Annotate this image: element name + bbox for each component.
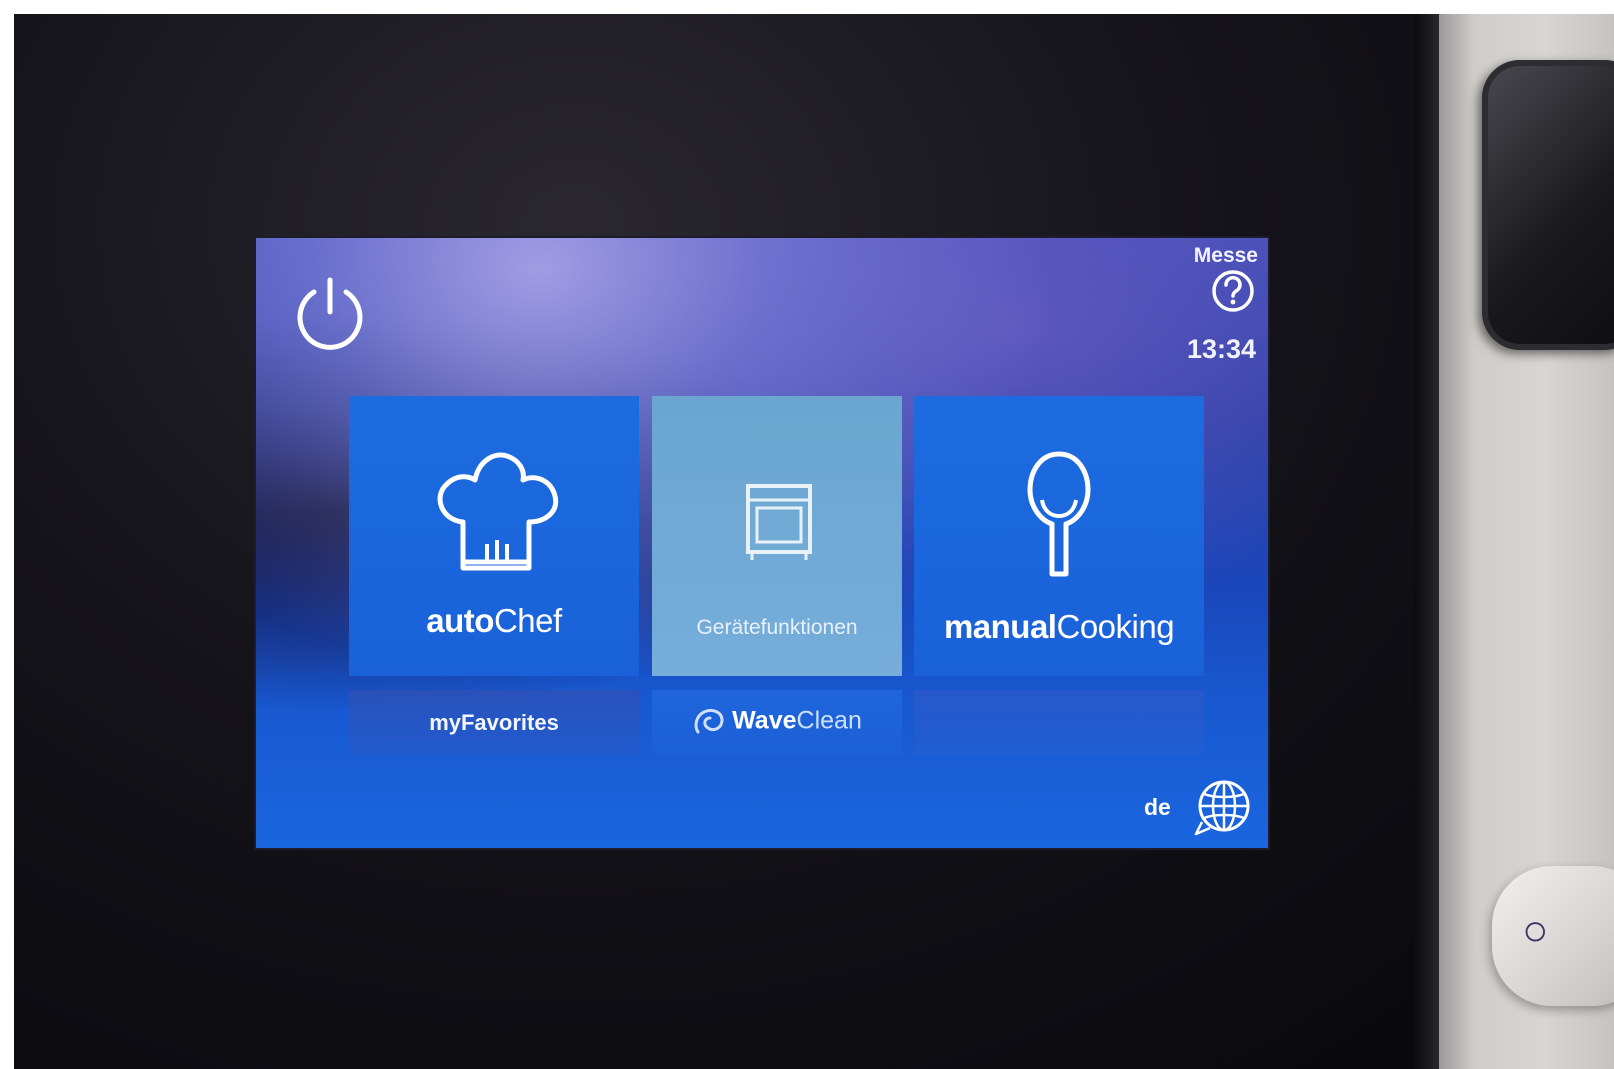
power-icon[interactable] <box>288 272 372 356</box>
tile-geraetefunktionen[interactable]: Gerätefunktionen <box>652 396 902 676</box>
empty-slot <box>914 690 1204 756</box>
tile-autochef-label: autoChef <box>426 602 562 639</box>
globe-icon[interactable] <box>1192 778 1252 838</box>
device-photo: ○ Messe 13:34 autoChef Gerätefunktionen … <box>14 14 1614 1069</box>
spoon-icon <box>1027 451 1091 577</box>
device-light-button[interactable]: ○ <box>1492 866 1614 1006</box>
tile-autochef[interactable]: autoChef <box>349 396 639 676</box>
tile-geraetefunktionen-label: Gerätefunktionen <box>696 616 858 639</box>
mode-label: Messe <box>1193 244 1258 267</box>
myfavorites-label: myFavorites <box>429 710 559 735</box>
language-code[interactable]: de <box>1144 794 1171 821</box>
chef-hat-icon <box>437 452 559 571</box>
help-icon[interactable] <box>1210 268 1256 314</box>
clock: 13:34 <box>1186 334 1256 364</box>
device-dark-button[interactable] <box>1482 60 1614 350</box>
tile-manualcooking[interactable]: manualCooking <box>914 396 1204 676</box>
wave-swirl-icon <box>694 708 724 734</box>
waveclean-label: WaveClean <box>652 706 902 738</box>
circle-icon: ○ <box>1522 906 1549 955</box>
touch-screen: Messe 13:34 autoChef Gerätefunktionen ma… <box>256 238 1268 848</box>
tile-manualcooking-label: manualCooking <box>943 608 1175 645</box>
oven-icon <box>746 484 812 560</box>
myfavorites-button[interactable]: myFavorites <box>349 690 639 756</box>
waveclean-button[interactable]: WaveClean <box>652 690 902 756</box>
